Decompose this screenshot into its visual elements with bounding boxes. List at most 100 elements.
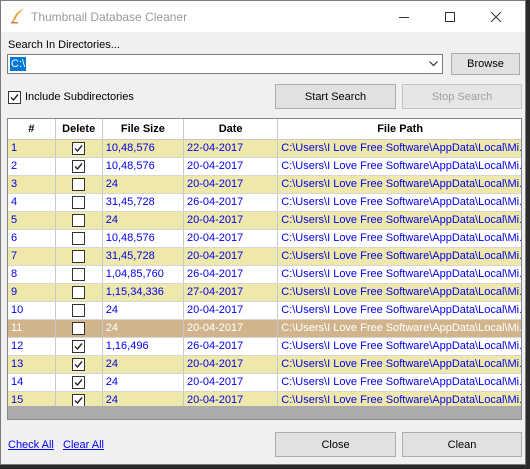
file-size-cell[interactable]: 24	[102, 301, 184, 320]
file-size-cell[interactable]: 10,48,576	[102, 157, 184, 176]
browse-button[interactable]: Browse	[451, 53, 520, 75]
date-cell[interactable]: 27-04-2017	[183, 283, 279, 302]
file-size-cell[interactable]: 24	[102, 175, 184, 194]
row-number-cell[interactable]: 3	[8, 175, 56, 194]
delete-checkbox[interactable]	[72, 249, 86, 263]
column-header-file-size[interactable]: File Size	[102, 119, 184, 140]
row-number-cell[interactable]: 8	[8, 265, 56, 284]
row-number-cell[interactable]: 7	[8, 247, 56, 266]
table-row[interactable]: 4 31,45,728 26-04-2017 C:\Users\I Love Free…	[8, 193, 521, 212]
column-header-date[interactable]: Date	[183, 119, 279, 140]
delete-checkbox[interactable]	[72, 357, 86, 371]
delete-checkbox[interactable]	[72, 159, 86, 173]
date-cell[interactable]: 20-04-2017	[183, 301, 279, 320]
table-row[interactable]: 10 24 20-04-2017 C:\Users\I Love Free Softw…	[8, 301, 521, 320]
column-header-file-path[interactable]: File Path	[277, 119, 521, 140]
date-cell[interactable]: 20-04-2017	[183, 319, 279, 338]
delete-cell[interactable]	[55, 319, 103, 338]
delete-cell[interactable]	[55, 247, 103, 266]
file-path-cell[interactable]: C:\Users\I Love Free Software\AppData\Lo…	[277, 301, 521, 320]
delete-cell[interactable]	[55, 229, 103, 248]
check-all-link[interactable]: Check All	[8, 439, 54, 451]
row-number-cell[interactable]: 11	[8, 319, 56, 338]
table-row[interactable]: 12 1,16,496 26-04-2017 C:\Users\I Love Free…	[8, 337, 521, 356]
delete-cell[interactable]	[55, 301, 103, 320]
date-cell[interactable]: 26-04-2017	[183, 265, 279, 284]
file-size-cell[interactable]: 31,45,728	[102, 247, 184, 266]
file-path-cell[interactable]: C:\Users\I Love Free Software\AppData\Lo…	[277, 319, 521, 338]
row-number-cell[interactable]: 12	[8, 337, 56, 356]
row-number-cell[interactable]: 10	[8, 301, 56, 320]
delete-checkbox[interactable]	[72, 195, 86, 209]
clear-all-link[interactable]: Clear All	[63, 439, 104, 451]
start-search-button[interactable]: Start Search	[275, 84, 396, 109]
delete-cell[interactable]	[55, 175, 103, 194]
row-number-cell[interactable]: 9	[8, 283, 56, 302]
file-size-cell[interactable]: 31,45,728	[102, 193, 184, 212]
date-cell[interactable]: 20-04-2017	[183, 355, 279, 374]
row-number-cell[interactable]: 4	[8, 193, 56, 212]
file-size-cell[interactable]: 24	[102, 355, 184, 374]
file-path-cell[interactable]: C:\Users\I Love Free Software\AppData\Lo…	[277, 265, 521, 284]
include-subdirectories-checkbox[interactable]	[8, 91, 21, 104]
file-path-cell[interactable]: C:\Users\I Love Free Software\AppData\Lo…	[277, 175, 521, 194]
delete-cell[interactable]	[55, 337, 103, 356]
file-path-cell[interactable]: C:\Users\I Love Free Software\AppData\Lo…	[277, 283, 521, 302]
delete-cell[interactable]	[55, 355, 103, 374]
date-cell[interactable]: 20-04-2017	[183, 373, 279, 392]
date-cell[interactable]: 26-04-2017	[183, 193, 279, 212]
maximize-button[interactable]	[427, 1, 473, 32]
table-row[interactable]: 7 31,45,728 20-04-2017 C:\Users\I Love Free…	[8, 247, 521, 266]
include-subdirectories-label[interactable]: Include Subdirectories	[25, 91, 134, 103]
date-cell[interactable]: 26-04-2017	[183, 337, 279, 356]
minimize-button[interactable]	[381, 1, 427, 32]
delete-cell[interactable]	[55, 157, 103, 176]
file-size-cell[interactable]: 24	[102, 319, 184, 338]
table-row[interactable]: 5 24 20-04-2017 C:\Users\I Love Free Softwa…	[8, 211, 521, 230]
title-bar[interactable]: Thumbnail Database Cleaner	[1, 1, 525, 32]
file-path-cell[interactable]: C:\Users\I Love Free Software\AppData\Lo…	[277, 229, 521, 248]
delete-checkbox[interactable]	[72, 339, 86, 353]
table-row[interactable]: 14 24 20-04-2017 C:\Users\I Love Free Softw…	[8, 373, 521, 392]
directory-value[interactable]: C:\	[10, 57, 27, 71]
row-number-cell[interactable]: 13	[8, 355, 56, 374]
file-path-cell[interactable]: C:\Users\I Love Free Software\AppData\Lo…	[277, 157, 521, 176]
row-number-cell[interactable]: 5	[8, 211, 56, 230]
delete-cell[interactable]	[55, 139, 103, 158]
delete-checkbox[interactable]	[72, 285, 86, 299]
table-row[interactable]: 11 24 20-04-2017 C:\Users\I Love Free Softw…	[8, 319, 521, 338]
column-header-delete[interactable]: Delete	[55, 119, 103, 140]
file-size-cell[interactable]: 1,16,496	[102, 337, 184, 356]
delete-cell[interactable]	[55, 373, 103, 392]
date-cell[interactable]: 22-04-2017	[183, 139, 279, 158]
close-button[interactable]: Close	[275, 432, 396, 457]
delete-cell[interactable]	[55, 211, 103, 230]
delete-cell[interactable]	[55, 283, 103, 302]
close-window-button[interactable]	[473, 1, 519, 32]
file-path-cell[interactable]: C:\Users\I Love Free Software\AppData\Lo…	[277, 211, 521, 230]
delete-checkbox[interactable]	[72, 267, 86, 281]
results-grid[interactable]: # Delete File Size Date File Path 1 10,48…	[7, 118, 522, 420]
file-path-cell[interactable]: C:\Users\I Love Free Software\AppData\Lo…	[277, 139, 521, 158]
delete-checkbox[interactable]	[72, 177, 86, 191]
delete-checkbox[interactable]	[72, 141, 86, 155]
clean-button[interactable]: Clean	[402, 432, 522, 457]
row-number-cell[interactable]: 6	[8, 229, 56, 248]
file-path-cell[interactable]: C:\Users\I Love Free Software\AppData\Lo…	[277, 193, 521, 212]
delete-checkbox[interactable]	[72, 213, 86, 227]
file-path-cell[interactable]: C:\Users\I Love Free Software\AppData\Lo…	[277, 355, 521, 374]
delete-checkbox[interactable]	[72, 393, 86, 407]
row-number-cell[interactable]: 14	[8, 373, 56, 392]
delete-checkbox[interactable]	[72, 321, 86, 335]
file-path-cell[interactable]: C:\Users\I Love Free Software\AppData\Lo…	[277, 337, 521, 356]
file-size-cell[interactable]: 10,48,576	[102, 139, 184, 158]
delete-checkbox[interactable]	[72, 231, 86, 245]
file-path-cell[interactable]: C:\Users\I Love Free Software\AppData\Lo…	[277, 247, 521, 266]
table-row[interactable]: 1 10,48,576 22-04-2017 C:\Users\I Love Free…	[8, 139, 521, 158]
delete-checkbox[interactable]	[72, 375, 86, 389]
table-row[interactable]: 3 24 20-04-2017 C:\Users\I Love Free Softwa…	[8, 175, 521, 194]
directory-combobox[interactable]: C:\	[7, 54, 443, 74]
date-cell[interactable]: 20-04-2017	[183, 157, 279, 176]
file-size-cell[interactable]: 10,48,576	[102, 229, 184, 248]
delete-checkbox[interactable]	[72, 303, 86, 317]
